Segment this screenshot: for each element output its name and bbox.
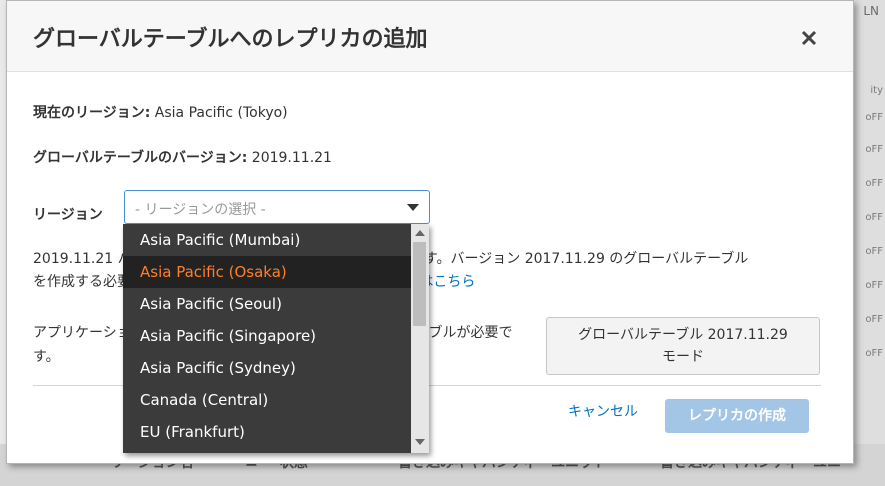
region-option[interactable]: Asia Pacific (Singapore) <box>123 320 411 352</box>
cancel-button[interactable]: キャンセル <box>568 401 638 421</box>
background-column-item: oFF <box>865 348 883 359</box>
background-column-item: ity <box>870 85 883 96</box>
region-option[interactable]: EU (Frankfurt) <box>123 416 411 448</box>
version-row: グローバルテーブルのバージョン: 2019.11.21 <box>33 147 332 167</box>
region-option[interactable]: Asia Pacific (Sydney) <box>123 352 411 384</box>
background-column-header: LN <box>863 4 879 18</box>
region-option[interactable]: Asia Pacific (Mumbai) <box>123 224 411 256</box>
background-column-item: oFF <box>865 144 883 155</box>
region-select-placeholder: - リージョンの選択 - <box>135 202 266 218</box>
dialog-header: グローバルテーブルへのレプリカの追加 <box>7 1 853 72</box>
dialog-title: グローバルテーブルへのレプリカの追加 <box>33 27 428 52</box>
background-column-item: oFF <box>865 314 883 325</box>
scroll-up-icon[interactable] <box>415 230 425 236</box>
background-column-item: oFF <box>865 246 883 257</box>
region-option[interactable]: Asia Pacific (Seoul) <box>123 288 411 320</box>
background-column-item: oFF <box>865 280 883 291</box>
scroll-down-icon[interactable] <box>415 439 425 445</box>
region-option-selected[interactable]: Asia Pacific (Osaka) <box>123 256 411 288</box>
region-option[interactable]: Canada (Central) <box>123 384 411 416</box>
background-column-item: oFF <box>865 112 883 123</box>
version-value: 2019.11.21 <box>251 150 332 166</box>
current-region-value: Asia Pacific (Tokyo) <box>154 105 288 121</box>
background-column-item: oFF <box>865 178 883 189</box>
close-icon[interactable] <box>799 28 819 48</box>
mode-button-line1: グローバルテーブル 2017.11.29 <box>578 327 788 343</box>
current-region-label: 現在のリージョン: <box>33 105 151 121</box>
chevron-down-icon[interactable] <box>407 204 419 211</box>
background-column-item: oFF <box>865 212 883 223</box>
region-label: リージョン <box>33 207 103 223</box>
global-table-2017-mode-button[interactable]: グローバルテーブル 2017.11.29 モード <box>546 317 820 375</box>
dropdown-scrollbar-thumb[interactable] <box>413 242 426 326</box>
current-region-row: 現在のリージョン: Asia Pacific (Tokyo) <box>33 102 288 122</box>
create-replica-button[interactable]: レプリカの作成 <box>665 399 809 433</box>
mode-button-line2: モード <box>662 349 704 365</box>
region-dropdown-list: Asia Pacific (Mumbai) Asia Pacific (Osak… <box>123 224 429 453</box>
region-select[interactable]: - リージョンの選択 - <box>124 190 430 224</box>
version-label: グローバルテーブルのバージョン: <box>33 150 248 166</box>
